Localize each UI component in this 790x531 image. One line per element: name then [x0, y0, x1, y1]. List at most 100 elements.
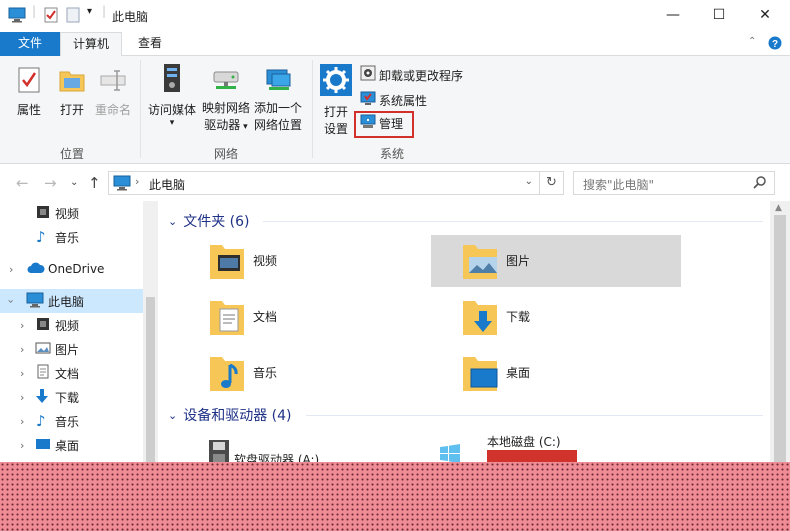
map-drive-label-2: 驱动器	[204, 118, 241, 132]
search-input[interactable]: 搜索"此电脑"	[573, 171, 775, 195]
tab-file[interactable]: 文件	[0, 32, 60, 56]
close-button[interactable]: ✕	[742, 0, 788, 30]
expand-chevron-icon[interactable]: ›	[20, 343, 24, 356]
folder-documents[interactable]: 文档	[178, 291, 428, 343]
folder-label: 视频	[253, 254, 278, 268]
manage-highlight-box	[354, 111, 414, 138]
forward-arrow-icon[interactable]: →	[44, 174, 57, 192]
settings-gear-icon	[318, 64, 354, 101]
download-arrow-icon	[35, 388, 49, 407]
network-drive-icon	[200, 68, 252, 97]
expand-chevron-icon[interactable]: ›	[20, 367, 24, 380]
folders-section-title: 文件夹 (6)	[183, 214, 250, 230]
maximize-button[interactable]: ☐	[696, 0, 742, 30]
search-icon[interactable]	[753, 175, 767, 192]
window-title: 此电脑	[112, 10, 149, 24]
tab-view[interactable]: 查看	[128, 32, 172, 56]
expand-chevron-icon[interactable]: ›	[9, 263, 13, 276]
address-bar[interactable]: › 此电脑 ⌄	[108, 171, 540, 195]
expand-chevron-icon[interactable]: ›	[20, 439, 24, 452]
recent-locations-icon[interactable]: ⌄	[70, 177, 78, 188]
film-icon	[36, 317, 50, 334]
nav-item-music[interactable]: › ♪ 音乐	[0, 409, 143, 433]
documents-folder-icon	[208, 297, 246, 340]
computer-icon[interactable]	[8, 7, 26, 26]
up-arrow-icon[interactable]: ↑	[88, 174, 101, 192]
tab-computer[interactable]: 计算机	[60, 32, 122, 57]
nav-item-downloads[interactable]: › 下载	[0, 385, 143, 409]
folder-videos[interactable]: 视频	[178, 235, 428, 287]
uninstall-label: 卸载或更改程序	[379, 69, 464, 83]
open-settings-button[interactable]: 打开 设置	[318, 64, 354, 138]
address-history-icon[interactable]: ⌄	[525, 176, 533, 187]
nav-item-desktop[interactable]: › 桌面	[0, 433, 143, 457]
film-icon	[36, 205, 50, 222]
system-group-label: 系统	[380, 147, 405, 161]
add-network-location-button[interactable]: 添加一个 网络位置	[252, 68, 304, 134]
nav-item-pictures[interactable]: › 图片	[0, 337, 143, 361]
folder-pictures[interactable]: 图片	[431, 235, 681, 287]
properties-quick-icon[interactable]	[44, 7, 58, 26]
minimize-button[interactable]: —	[650, 0, 696, 30]
back-arrow-icon[interactable]: ←	[16, 174, 29, 192]
refresh-button[interactable]: ↻	[540, 171, 564, 195]
downloads-folder-icon	[461, 297, 499, 340]
nav-item-music-quick[interactable]: ♪ 音乐	[0, 225, 143, 249]
dropdown-arrow-icon: ▾	[240, 122, 248, 132]
open-settings-label-1: 打开	[323, 105, 348, 119]
scroll-up-icon[interactable]: ▲	[775, 203, 782, 213]
properties-button[interactable]: 属性	[12, 66, 46, 119]
pictures-folder-icon	[461, 241, 499, 284]
map-network-drive-button[interactable]: 映射网络 驱动器 ▾	[200, 68, 252, 136]
drive-label: 本地磁盘 (C:)	[487, 435, 561, 449]
folder-music[interactable]: 音乐	[178, 347, 428, 399]
collapse-chevron-icon[interactable]: ⌄	[168, 409, 177, 422]
breadcrumb[interactable]: 此电脑	[149, 176, 185, 193]
folders-section-header[interactable]: ⌄ 文件夹 (6)	[168, 211, 250, 231]
properties-icon	[12, 66, 46, 99]
collapse-chevron-icon[interactable]: ⌄	[168, 215, 177, 228]
scrollbar-thumb[interactable]	[146, 297, 155, 467]
rename-button[interactable]: 重命名	[94, 66, 132, 119]
folder-label: 音乐	[253, 366, 278, 380]
music-note-icon: ♪	[36, 228, 46, 246]
open-button[interactable]: 打开	[55, 66, 89, 119]
collapse-chevron-icon[interactable]: ›	[5, 299, 18, 303]
nav-item-onedrive[interactable]: › OneDrive	[0, 257, 143, 281]
folder-label: 桌面	[506, 366, 531, 380]
open-folder-icon	[55, 66, 89, 99]
document-icon	[37, 364, 49, 382]
access-media-label: 访问媒体	[147, 103, 196, 117]
nav-item-this-pc[interactable]: › 此电脑	[0, 289, 143, 313]
computer-icon	[26, 292, 44, 311]
help-icon[interactable]: ?	[768, 36, 782, 53]
system-properties-label: 系统属性	[379, 94, 428, 108]
section-divider	[263, 221, 763, 222]
uninstall-program-button[interactable]: 卸载或更改程序	[360, 65, 464, 86]
section-divider	[306, 415, 763, 416]
nav-item-videos-quick[interactable]: 视频	[0, 201, 143, 225]
breadcrumb-chevron-icon[interactable]: ›	[135, 175, 139, 188]
picture-icon	[35, 342, 51, 357]
devices-section-header[interactable]: ⌄ 设备和驱动器 (4)	[168, 405, 292, 425]
music-note-icon: ♪	[36, 412, 46, 430]
expand-chevron-icon[interactable]: ›	[20, 415, 24, 428]
nav-item-documents[interactable]: › 文档	[0, 361, 143, 385]
new-folder-quick-icon[interactable]	[66, 7, 80, 26]
dotted-overlay	[0, 462, 790, 531]
system-properties-button[interactable]: 系统属性	[360, 91, 427, 111]
add-location-label-1: 添加一个	[253, 101, 302, 115]
folder-desktop[interactable]: 桌面	[431, 347, 681, 399]
properties-label: 属性	[16, 103, 41, 117]
title-bar: | ▾ | 此电脑 — ☐ ✕	[0, 0, 790, 32]
customize-quick-access-icon[interactable]: ▾	[87, 6, 92, 17]
collapse-ribbon-icon[interactable]: ⌃	[748, 36, 756, 47]
nav-item-videos[interactable]: › 视频	[0, 313, 143, 337]
group-divider	[140, 60, 141, 158]
folder-downloads[interactable]: 下载	[431, 291, 681, 343]
expand-chevron-icon[interactable]: ›	[20, 391, 24, 404]
expand-chevron-icon[interactable]: ›	[20, 319, 24, 332]
access-media-button[interactable]: 访问媒体 ▾	[146, 62, 198, 128]
network-group-label: 网络	[214, 147, 239, 161]
rename-icon	[94, 66, 132, 99]
